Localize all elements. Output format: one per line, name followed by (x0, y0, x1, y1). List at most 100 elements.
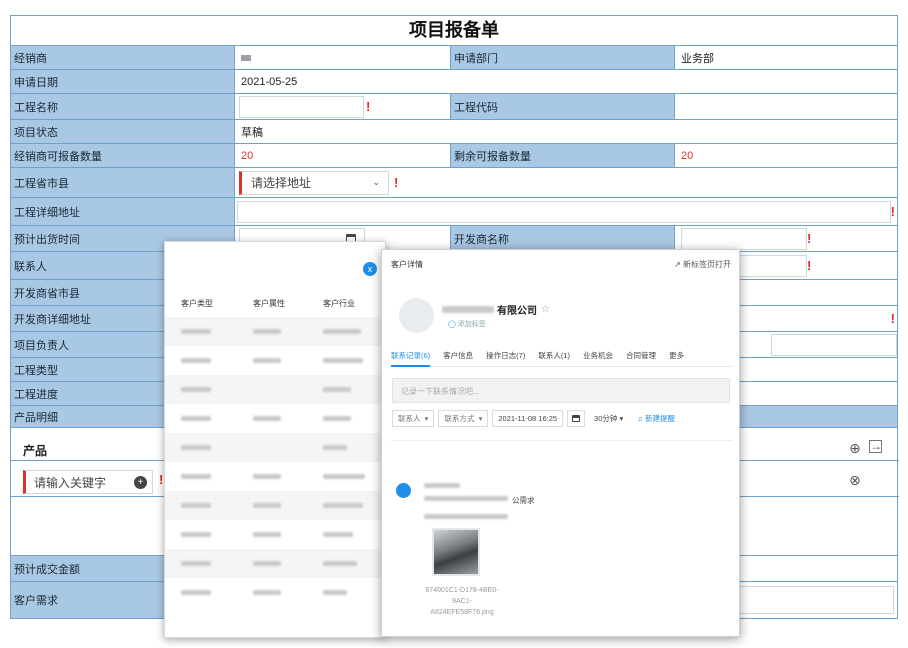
close-icon[interactable]: x (363, 262, 377, 276)
records-divider (391, 440, 733, 441)
region-select[interactable]: 请选择地址 ⌄ (239, 170, 389, 195)
tab-more[interactable]: 更多 (669, 350, 684, 366)
table-row[interactable] (165, 578, 387, 607)
new-remind-label: 新建提醒 (644, 414, 675, 423)
form-title: 项目报备单 (11, 16, 897, 46)
developer-label: 开发商名称 (451, 226, 675, 251)
row-status: 项目状态 草稿 (11, 120, 897, 144)
proj-name-label: 工程名称 (11, 94, 235, 119)
record-author-redacted (424, 483, 460, 488)
contact-select[interactable]: 联系人 ▾ (392, 410, 435, 427)
plus-circle-icon[interactable]: + (134, 475, 147, 489)
chevron-down-icon: ⌄ (372, 177, 380, 187)
keyword-input[interactable]: 请输入关键字 + (23, 470, 153, 494)
record-controls: 联系人 ▾ 联系方式 ▾ 2021-11-08 16:25 30分钟 ▾ ♫ 新… (392, 410, 684, 427)
star-icon[interactable]: ☆ (541, 304, 550, 315)
keyword-placeholder: 请输入关键字 (34, 475, 107, 490)
addr-input[interactable] (237, 200, 891, 223)
caret-down-icon: ▾ (424, 414, 429, 423)
table-row[interactable] (165, 549, 387, 578)
table-row[interactable] (165, 462, 387, 491)
proj-name-required: ! (366, 99, 371, 114)
open-new-tab-link[interactable]: ↗ 新标签页打开 (674, 259, 731, 270)
bell-icon: ♫ (637, 414, 643, 423)
header-customer-type: 客户类型 (181, 299, 213, 308)
row-addr: 工程详细地址 ! (11, 198, 897, 226)
developer-required: ! (807, 231, 812, 246)
calendar-button[interactable] (567, 410, 586, 427)
calendar-icon (572, 415, 581, 422)
owner-input[interactable] (771, 333, 897, 356)
status-label: 项目状态 (11, 120, 235, 143)
duration-value: 30分钟 (594, 414, 618, 423)
open-new-tab-label: 新标签页打开 (683, 260, 731, 269)
proj-code-label: 工程代码 (451, 94, 675, 119)
add-tag-link[interactable]: ◯ 添加标签 (448, 319, 486, 329)
dealer-label: 经销商 (11, 46, 235, 69)
addr-cell: ! (235, 198, 897, 225)
proj-code-input[interactable] (675, 94, 897, 119)
row-dealer: 经销商 申请部门 业务部 (11, 46, 897, 70)
method-select[interactable]: 联系方式 ▾ (438, 410, 489, 427)
remain-label: 剩余可报备数量 (451, 144, 675, 167)
table-row[interactable] (165, 404, 387, 433)
tab-contracts[interactable]: 合同管理 (626, 350, 656, 366)
company-name-redacted (442, 306, 494, 313)
detail-tabs: 联系记录(6) 客户信息 操作日志(7) 联系人(1) 业务机会 合同管理 更多 (391, 350, 733, 367)
method-select-label: 联系方式 (444, 414, 475, 423)
region-placeholder: 请选择地址 (251, 176, 312, 190)
customer-list-panel: x 客户类型 客户属性 客户行业 (164, 241, 387, 638)
table-row[interactable] (165, 375, 387, 404)
datetime-value: 2021-11-08 16:25 (498, 414, 558, 423)
date-label: 申请日期 (11, 70, 235, 93)
developer-cell: ! (675, 226, 897, 251)
table-row[interactable] (165, 346, 387, 375)
header-customer-attr: 客户属性 (253, 299, 285, 308)
duration-select[interactable]: 30分钟 ▾ (589, 410, 629, 427)
row-region: 工程省市县 请选择地址 ⌄ ! (11, 168, 897, 198)
dealer-value-redacted (241, 54, 251, 61)
remain-value: 20 (681, 149, 694, 162)
table-row[interactable] (165, 520, 387, 549)
dev-addr-required: ! (890, 311, 895, 326)
quota-value: 20 (235, 144, 451, 167)
chat-bubble-icon (396, 483, 411, 498)
addr-required: ! (890, 204, 895, 219)
table-row[interactable] (165, 433, 387, 462)
dept-value: 业务部 (681, 52, 714, 65)
tab-contact-records[interactable]: 联系记录(6) (391, 350, 431, 367)
quota-label: 经销商可报备数量 (11, 144, 235, 167)
attachment-filename[interactable]: 874001C1-D178-4BE0-9AC1-A824EFE58F76.png (422, 585, 502, 618)
caret-down-icon: ▾ (619, 414, 624, 423)
attachment-thumbnail[interactable] (432, 528, 480, 576)
product-label: 产品 (23, 444, 48, 458)
add-circle-icon[interactable]: ⊕ (849, 440, 861, 457)
proj-name-cell: ! (235, 94, 451, 119)
record-text: 公需求 (512, 496, 535, 505)
dept-label: 申请部门 (451, 46, 675, 69)
export-icon[interactable]: → (869, 440, 882, 453)
table-row[interactable] (165, 491, 387, 520)
table-row[interactable] (165, 317, 387, 346)
developer-input[interactable] (681, 227, 807, 250)
caret-down-icon: ▾ (478, 414, 483, 423)
tab-contacts[interactable]: 联系人(1) (538, 350, 570, 366)
datetime-input[interactable]: 2021-11-08 16:25 (492, 410, 564, 427)
add-tag-label: 添加标签 (457, 321, 486, 328)
proj-name-input[interactable] (239, 95, 364, 118)
tab-customer-info[interactable]: 客户信息 (443, 350, 473, 366)
region-label: 工程省市县 (11, 168, 235, 197)
record-text-redacted (424, 496, 508, 501)
keyword-required: ! (159, 472, 164, 487)
row-quota: 经销商可报备数量 20 剩余可报备数量 20 (11, 144, 897, 168)
customer-detail-panel: 客户详情 ↗ 新标签页打开 有限公司 ☆ ◯ 添加标签 联系记录(6) 客户信息… (381, 249, 740, 637)
remove-circle-icon[interactable]: ⊗ (849, 472, 861, 489)
addr-label: 工程详细地址 (11, 198, 235, 225)
tab-operation-log[interactable]: 操作日志(7) (486, 350, 525, 366)
external-link-icon: ↗ (674, 260, 683, 269)
date-value: 2021-05-25 (241, 75, 298, 88)
tab-opportunities[interactable]: 业务机会 (583, 350, 613, 366)
new-remind-button[interactable]: ♫ 新建提醒 (632, 410, 680, 427)
company-suffix: 有限公司 (497, 306, 537, 317)
contact-note-input[interactable]: 记录一下联系情况吧... (392, 378, 730, 403)
